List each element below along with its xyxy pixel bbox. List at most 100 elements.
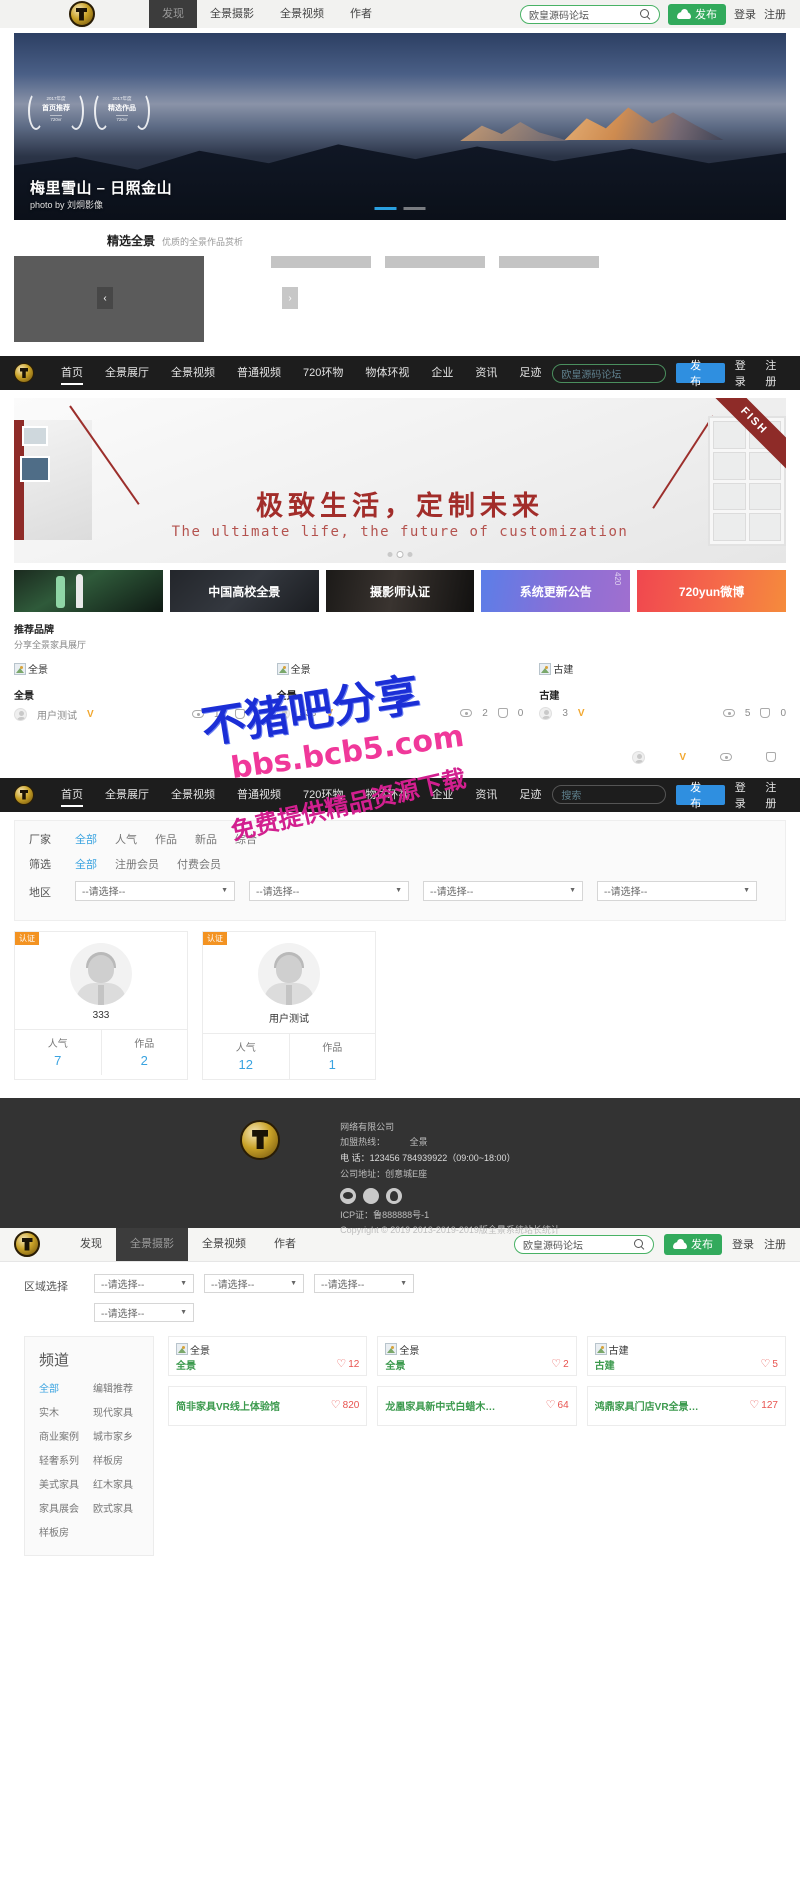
nav-item-footprint[interactable]: 足迹: [508, 778, 552, 812]
channel-item-city-hometown[interactable]: 城市家乡: [93, 1428, 139, 1443]
hero-banner[interactable]: 2017年度 首页推荐 720vr 2017年度 精选作品 720vr 梅里雪山…: [14, 33, 786, 220]
carousel-dot-3[interactable]: [407, 552, 413, 557]
channel-item-model-room[interactable]: 样板房: [93, 1452, 139, 1467]
channel-item-furniture-fair[interactable]: 家具展会: [39, 1500, 85, 1515]
nav-item-panorama-video[interactable]: 全景视频: [160, 778, 226, 812]
featured-prev-arrow[interactable]: ‹: [97, 287, 113, 309]
channel-item-solid-wood[interactable]: 实木: [39, 1404, 85, 1419]
gallery-card[interactable]: 龙凰家具新中式白蜡木… ♡ 64: [377, 1385, 577, 1426]
featured-next-arrow[interactable]: ›: [282, 287, 298, 309]
promo-tile-university-panorama[interactable]: 中国高校全景: [169, 570, 319, 612]
nav-item-panorama-video[interactable]: 全景视频: [160, 356, 226, 390]
region-select-city[interactable]: --请选择-- ▼: [249, 880, 409, 901]
promo-tile-weibo[interactable]: 720yun微博: [637, 570, 786, 612]
promo-tile-photographer-certification[interactable]: 摄影师认证: [325, 570, 475, 612]
channel-item-american-furniture[interactable]: 美式家具: [39, 1476, 85, 1491]
region-select-district[interactable]: --请选择-- ▼: [423, 880, 583, 901]
register-link[interactable]: 注册: [764, 6, 786, 22]
nav-item-720-object[interactable]: 720环物: [292, 356, 354, 390]
region-select-district[interactable]: --请选择-- ▼: [314, 1273, 414, 1293]
nav-item-news[interactable]: 资讯: [464, 356, 508, 390]
nav-item-normal-video[interactable]: 普通视频: [226, 356, 292, 390]
login-link[interactable]: 登录: [735, 779, 756, 811]
gallery-card[interactable]: 鸿鼎家具门店VR全景… ♡ 127: [586, 1385, 786, 1426]
brand-card[interactable]: 古建 古建 3 V 5 0: [539, 658, 786, 725]
filter-option-all[interactable]: 全部: [75, 856, 97, 872]
gallery-card[interactable]: 全景 全景 ♡ 12: [168, 1335, 368, 1376]
nav-item-news[interactable]: 资讯: [464, 778, 508, 812]
login-link[interactable]: 登录: [735, 357, 756, 389]
channel-list: 全部 编辑推荐 实木 现代家具 商业案例 城市家乡 轻奢系列 样板房 美式家具 …: [39, 1380, 139, 1539]
stat-value: 12: [238, 1056, 253, 1072]
carousel-dot-1[interactable]: [374, 207, 397, 210]
publish-button[interactable]: 发布: [676, 782, 725, 810]
region-select-province[interactable]: --请选择-- ▼: [75, 880, 235, 901]
nav-item-object-view[interactable]: 物体环视: [354, 778, 420, 812]
nav-item-object-view[interactable]: 物体环视: [354, 356, 420, 390]
search-input[interactable]: 搜索: [552, 785, 667, 804]
carousel-dot-2[interactable]: [397, 552, 403, 557]
channel-item-all[interactable]: 全部: [39, 1380, 85, 1395]
author-card[interactable]: 认证 用户测试 人气 12 作品 1: [202, 930, 376, 1080]
publish-button[interactable]: 发布: [668, 3, 726, 25]
filter-option-works[interactable]: 作品: [155, 831, 177, 847]
nav-item-footprint[interactable]: 足迹: [508, 356, 552, 390]
promo-tile-rocket[interactable]: [14, 570, 163, 612]
nav-item-home[interactable]: 首页: [50, 356, 94, 390]
region-select-extra[interactable]: --请选择-- ▼: [597, 880, 757, 901]
nav-item-panorama-video[interactable]: 全景视频: [267, 0, 337, 28]
weibo-icon[interactable]: [363, 1187, 380, 1204]
banner-carousel-dots[interactable]: [387, 552, 413, 557]
nav-item-panorama-hall[interactable]: 全景展厅: [94, 778, 160, 812]
channel-item-mahogany-furniture[interactable]: 红木家具: [93, 1476, 139, 1491]
search-input[interactable]: 欧皇源码论坛: [552, 363, 667, 383]
nav-item-home[interactable]: 首页: [50, 778, 94, 812]
promo-tile-system-update[interactable]: 420 系统更新公告: [481, 570, 631, 612]
brand-card[interactable]: 全景 全景 用户测试 V 12 0: [14, 658, 261, 725]
channel-item-european-furniture[interactable]: 欧式家具: [93, 1500, 139, 1515]
nav-item-discover[interactable]: 发现: [149, 0, 197, 28]
gallery-card-like-count: 12: [348, 1358, 360, 1370]
register-link[interactable]: 注册: [765, 357, 786, 389]
search-input[interactable]: 欧皇源码论坛: [520, 4, 660, 24]
region-select-extra[interactable]: --请选择-- ▼: [94, 1302, 194, 1322]
nav-item-panorama-hall[interactable]: 全景展厅: [94, 356, 160, 390]
channel-item-light-luxury[interactable]: 轻奢系列: [39, 1452, 85, 1467]
channel-item-editor-pick[interactable]: 编辑推荐: [93, 1380, 139, 1395]
nav-item-panorama-photo[interactable]: 全景摄影: [197, 0, 267, 28]
views-icon: [722, 709, 735, 717]
gallery-card[interactable]: 简非家具VR线上体验馆 ♡ 820: [168, 1385, 368, 1426]
filter-option-paid-member[interactable]: 付费会员: [177, 856, 221, 872]
wechat-icon[interactable]: [340, 1187, 357, 1204]
register-link[interactable]: 注册: [765, 779, 786, 811]
filter-option-popularity[interactable]: 人气: [115, 831, 137, 847]
filter-option-comprehensive[interactable]: 综合: [235, 831, 257, 847]
region-select-province[interactable]: --请选择-- ▼: [94, 1273, 194, 1293]
filter-option-all[interactable]: 全部: [75, 831, 97, 847]
author-card[interactable]: 认证 333 人气 7 作品 2: [14, 930, 188, 1080]
gallery-card[interactable]: 古建 古建 ♡ 5: [586, 1335, 786, 1376]
nav-item-720-object[interactable]: 720环物: [292, 778, 354, 812]
hero-carousel-dots[interactable]: [374, 207, 426, 210]
nav-item-enterprise[interactable]: 企业: [420, 778, 464, 812]
filter-option-registered-member[interactable]: 注册会员: [115, 856, 159, 872]
qq-icon[interactable]: [386, 1187, 403, 1204]
shield-logo-icon[interactable]: [14, 363, 34, 383]
nav-item-normal-video[interactable]: 普通视频: [226, 778, 292, 812]
site-logo[interactable]: [14, 1, 149, 27]
channel-item-modern-furniture[interactable]: 现代家具: [93, 1404, 139, 1419]
promo-banner-fish[interactable]: FISH 极致生活，定制未来 The ultimate life, the fu…: [14, 398, 786, 563]
nav-item-enterprise[interactable]: 企业: [420, 356, 464, 390]
carousel-dot-1[interactable]: [387, 552, 393, 557]
brand-card[interactable]: 全景 全景 333 V 2 0: [276, 658, 523, 725]
filter-option-new[interactable]: 新品: [195, 831, 217, 847]
channel-item-business-case[interactable]: 商业案例: [39, 1428, 85, 1443]
carousel-dot-2[interactable]: [403, 207, 426, 210]
login-link[interactable]: 登录: [734, 6, 756, 22]
gallery-card[interactable]: 全景 全景 ♡ 2: [377, 1335, 577, 1376]
channel-item-model-room-2[interactable]: 样板房: [39, 1524, 85, 1539]
region-select-city[interactable]: --请选择-- ▼: [204, 1273, 304, 1293]
shield-logo-icon[interactable]: [14, 784, 34, 805]
publish-button[interactable]: 发布: [676, 360, 725, 388]
nav-item-author[interactable]: 作者: [337, 0, 385, 28]
